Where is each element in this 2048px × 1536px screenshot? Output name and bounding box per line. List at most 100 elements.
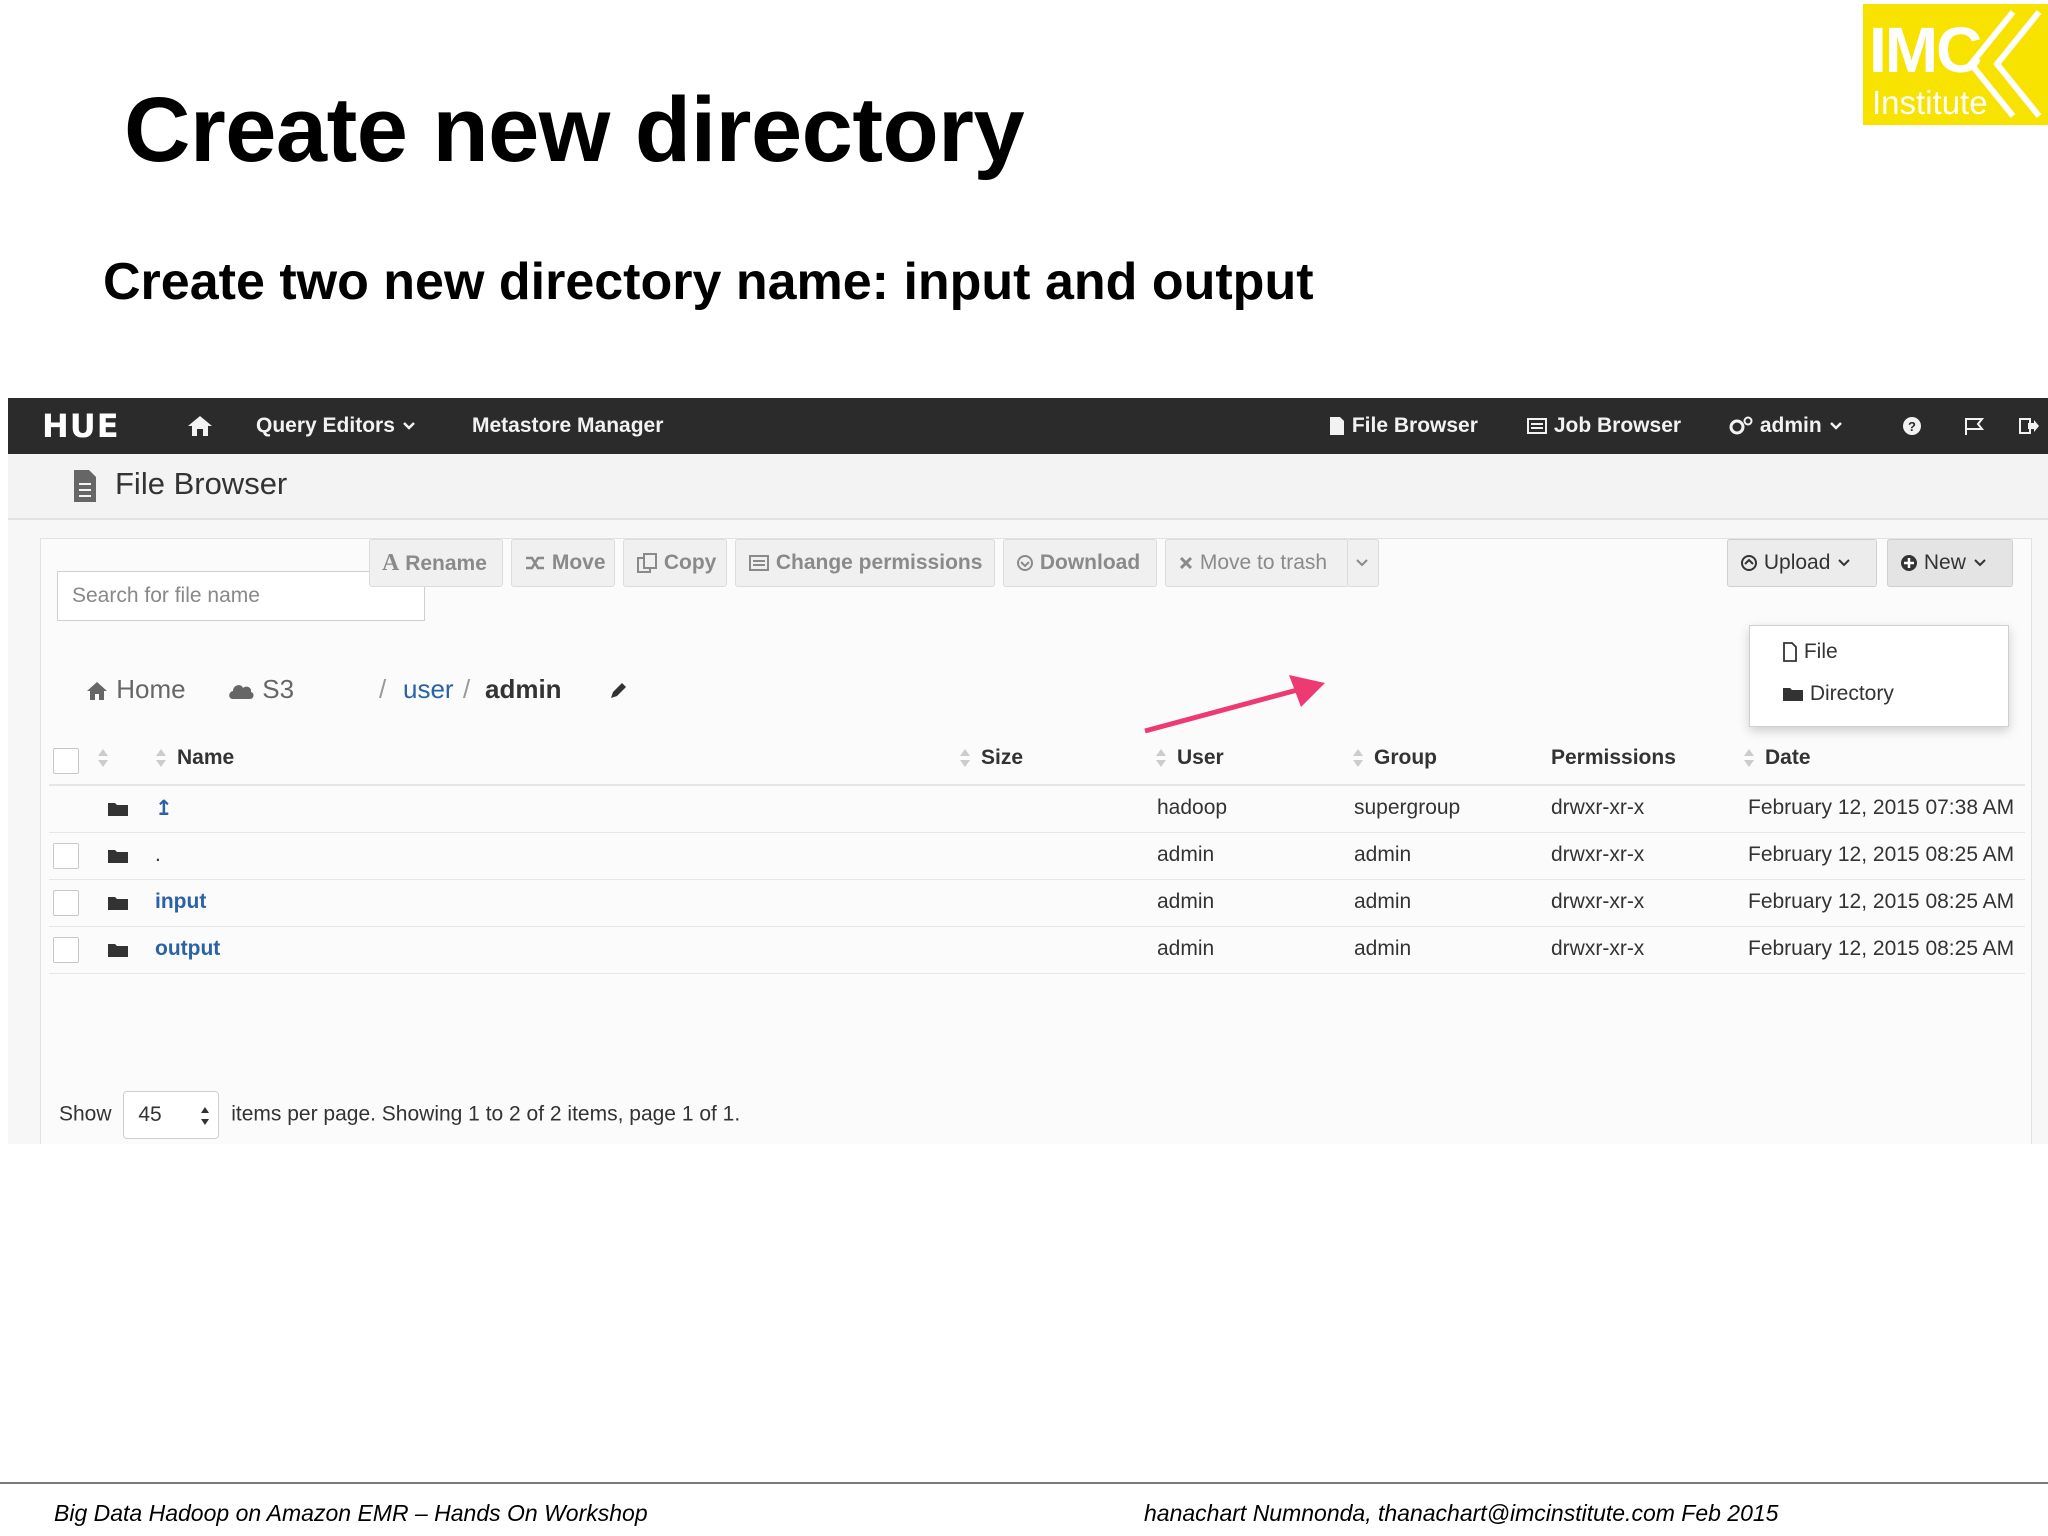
admin-menu[interactable]: admin — [1728, 398, 1844, 454]
row-checkbox[interactable] — [53, 843, 79, 869]
query-editors-menu[interactable]: Query Editors — [256, 398, 417, 454]
download-icon — [1017, 555, 1033, 572]
table-row[interactable]: input admin admin drwxr-xr-x February 12… — [49, 880, 2025, 927]
copy-label: Copy — [663, 551, 717, 574]
breadcrumb-s3[interactable]: S3 — [227, 669, 294, 709]
breadcrumb-user[interactable]: user — [403, 669, 454, 709]
move-button[interactable]: Move — [511, 539, 615, 587]
imc-institute-logo: IMC Institute — [1863, 4, 2048, 125]
row-group: admin — [1354, 890, 1412, 913]
row-name[interactable]: output — [155, 937, 220, 961]
help-button[interactable]: ? — [1901, 398, 1923, 454]
column-permissions[interactable]: Permissions — [1551, 746, 1676, 770]
home-icon — [188, 416, 212, 437]
new-button[interactable]: New — [1887, 539, 2013, 587]
file-browser-link[interactable]: File Browser — [1328, 398, 1478, 454]
row-user: admin — [1157, 937, 1215, 960]
shuffle-icon — [526, 557, 544, 570]
help-icon: ? — [1903, 417, 1921, 436]
row-permissions: drwxr-xr-x — [1551, 937, 1645, 960]
folder-icon — [108, 897, 128, 910]
home-link[interactable] — [186, 398, 214, 454]
file-outline-icon — [1783, 642, 1797, 663]
admin-label: admin — [1759, 414, 1822, 437]
sort-icon — [156, 749, 166, 768]
row-name[interactable]: ↥ — [155, 796, 173, 821]
row-name[interactable]: input — [155, 890, 206, 914]
table-row[interactable]: output admin admin drwxr-xr-x February 1… — [49, 927, 2025, 974]
sort-toggle[interactable] — [97, 746, 119, 770]
row-user: admin — [1157, 890, 1215, 913]
chevron-down-icon — [1973, 559, 1986, 567]
column-date-label: Date — [1765, 746, 1811, 769]
new-file-label: File — [1803, 640, 1838, 663]
flag-button[interactable] — [1962, 398, 1986, 454]
select-all-checkbox[interactable] — [53, 748, 79, 774]
svg-text:?: ? — [1908, 419, 1916, 434]
pagination: Show 45 items per page. Showing 1 to 2 o… — [59, 1091, 740, 1139]
row-name[interactable]: . — [155, 843, 161, 867]
gears-icon — [1729, 416, 1753, 435]
sort-icon — [960, 749, 970, 768]
hue-logo[interactable]: HUE — [42, 408, 120, 444]
column-group[interactable]: Group — [1352, 746, 1437, 770]
move-to-trash-button[interactable]: Move to trash — [1165, 539, 1349, 587]
row-group: admin — [1354, 843, 1412, 866]
folder-icon — [108, 944, 128, 957]
row-checkbox[interactable] — [53, 890, 79, 916]
annotation-arrow — [1144, 675, 1325, 734]
change-permissions-button[interactable]: Change permissions — [735, 539, 995, 587]
row-date: February 12, 2015 08:25 AM — [1748, 890, 2015, 913]
sort-icon — [1156, 749, 1166, 768]
rename-icon: A — [382, 550, 400, 576]
breadcrumb-home-label: Home — [116, 674, 186, 704]
upload-label: Upload — [1763, 551, 1831, 574]
job-browser-link[interactable]: Job Browser — [1526, 398, 1681, 454]
sort-icon — [1744, 749, 1754, 768]
pencil-icon — [611, 683, 626, 699]
column-date[interactable]: Date — [1743, 746, 1811, 770]
column-size-label: Size — [981, 746, 1024, 769]
breadcrumb-home[interactable]: Home — [85, 669, 186, 709]
column-group-label: Group — [1374, 746, 1437, 769]
folder-icon — [1783, 688, 1803, 702]
row-user: hadoop — [1157, 796, 1228, 819]
column-name[interactable]: Name — [155, 746, 234, 770]
file-browser-panel: Search for file name A Rename Move Copy … — [40, 538, 2032, 1144]
upload-button[interactable]: Upload — [1727, 539, 1877, 587]
copy-button[interactable]: Copy — [623, 539, 727, 587]
cloud-icon — [229, 685, 254, 700]
trash-options-toggle[interactable] — [1347, 539, 1379, 587]
file-icon — [74, 470, 96, 502]
list-icon — [1527, 418, 1547, 435]
top-navbar: HUE Query Editors Metastore Manager File… — [8, 398, 2048, 454]
breadcrumb-separator: / — [463, 674, 471, 704]
chevron-down-icon — [1356, 559, 1368, 567]
table-row[interactable]: ↥ hadoop supergroup drwxr-xr-x February … — [49, 786, 2025, 833]
rename-button[interactable]: A Rename — [369, 539, 503, 587]
table-row[interactable]: . admin admin drwxr-xr-x February 12, 20… — [49, 833, 2025, 880]
download-button[interactable]: Download — [1003, 539, 1157, 587]
per-page-select[interactable]: 45 — [123, 1091, 220, 1139]
move-label: Move — [551, 551, 606, 574]
spinner-icon — [201, 1107, 210, 1125]
column-size[interactable]: Size — [959, 746, 1023, 770]
query-editors-label: Query Editors — [256, 414, 395, 437]
row-permissions: drwxr-xr-x — [1551, 890, 1645, 913]
column-user[interactable]: User — [1155, 746, 1224, 770]
row-date: February 12, 2015 08:25 AM — [1748, 937, 2015, 960]
pager-summary: items per page. Showing 1 to 2 of 2 item… — [231, 1102, 741, 1126]
new-directory-item[interactable]: Directory — [1782, 682, 1894, 706]
pager-show-label: Show — [59, 1102, 112, 1126]
logout-icon — [2019, 418, 2039, 435]
row-checkbox[interactable] — [53, 937, 79, 963]
new-file-item[interactable]: File — [1782, 640, 1838, 664]
new-directory-label: Directory — [1809, 682, 1894, 705]
footer-course-title: Big Data Hadoop on Amazon EMR – Hands On… — [54, 1500, 648, 1526]
breadcrumb-separator: / — [379, 674, 387, 704]
edit-path-button[interactable] — [607, 669, 629, 709]
file-browser-label: File Browser — [1351, 414, 1478, 437]
metastore-manager-link[interactable]: Metastore Manager — [472, 398, 663, 454]
logout-button[interactable] — [2018, 398, 2040, 454]
job-browser-label: Job Browser — [1553, 414, 1682, 437]
